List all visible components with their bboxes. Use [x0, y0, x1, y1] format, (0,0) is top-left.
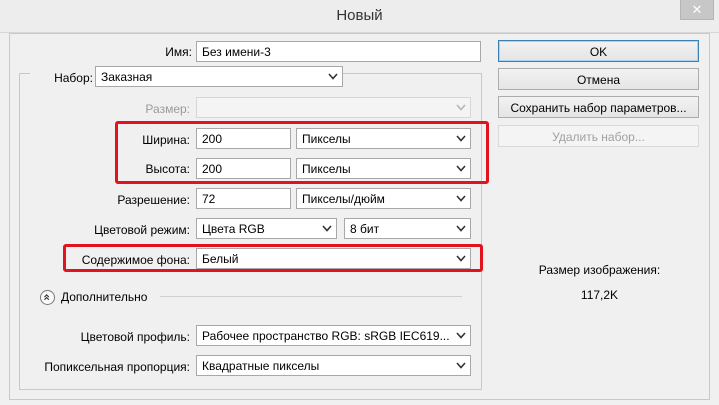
dimensions-highlight — [115, 121, 489, 184]
resolution-unit-select[interactable]: Пикселы/дюйм — [296, 188, 471, 209]
preset-select[interactable]: Заказная — [95, 66, 343, 87]
name-label: Имя: — [165, 45, 192, 59]
color-profile-label: Цветовой профиль: — [80, 330, 190, 344]
pixel-aspect-value: Квадратные пикселы — [202, 359, 320, 373]
color-mode-select[interactable]: Цвета RGB — [196, 218, 337, 239]
preset-value: Заказная — [101, 70, 153, 84]
cancel-button[interactable]: Отмена — [498, 68, 699, 90]
size-select[interactable] — [196, 97, 471, 118]
resolution-input[interactable]: 72 — [196, 188, 291, 209]
advanced-label[interactable]: Дополнительно — [61, 290, 147, 304]
color-mode-label: Цветовой режим: — [94, 223, 190, 237]
chevron-down-icon — [456, 195, 466, 202]
bit-depth-value: 8 бит — [350, 222, 380, 236]
chevron-down-icon — [322, 225, 332, 232]
color-profile-select[interactable]: Рабочее пространство RGB: sRGB IEC619... — [196, 325, 471, 346]
size-label: Размер: — [145, 102, 190, 116]
background-highlight — [63, 244, 483, 272]
resolution-unit-value: Пикселы/дюйм — [302, 192, 385, 206]
chevron-down-icon — [456, 362, 466, 369]
close-button[interactable]: ✕ — [680, 0, 714, 20]
pixel-aspect-label: Попиксельная пропорция: — [44, 360, 190, 374]
window-title: Новый — [336, 7, 383, 24]
chevron-down-icon — [456, 225, 466, 232]
chevron-down-icon — [328, 73, 338, 80]
title-bar: Новый ✕ — [0, 0, 719, 33]
collapse-chevrons-up-icon[interactable] — [40, 290, 55, 305]
name-input[interactable]: Без имени-3 — [196, 41, 481, 62]
ok-button[interactable]: OK — [498, 40, 699, 62]
chevron-down-icon — [456, 104, 466, 111]
bit-depth-select[interactable]: 8 бит — [344, 218, 471, 239]
advanced-separator — [160, 296, 462, 297]
new-document-dialog: Новый ✕ Имя: Без имени-3 Набор: Заказная… — [0, 0, 719, 405]
color-mode-value: Цвета RGB — [202, 222, 265, 236]
preset-label: Набор: — [30, 71, 96, 85]
image-size-value: 117,2K — [580, 288, 619, 302]
image-size-label: Размер изображения: — [538, 263, 661, 277]
save-preset-button[interactable]: Сохранить набор параметров... — [498, 96, 699, 118]
chevron-down-icon — [456, 332, 466, 339]
double-chevron-up-icon — [44, 294, 50, 301]
pixel-aspect-select[interactable]: Квадратные пикселы — [196, 355, 471, 376]
close-icon: ✕ — [691, 1, 703, 17]
resolution-label: Разрешение: — [117, 193, 190, 207]
color-profile-value: Рабочее пространство RGB: sRGB IEC619... — [202, 329, 450, 343]
delete-preset-button[interactable]: Удалить набор... — [498, 125, 699, 147]
